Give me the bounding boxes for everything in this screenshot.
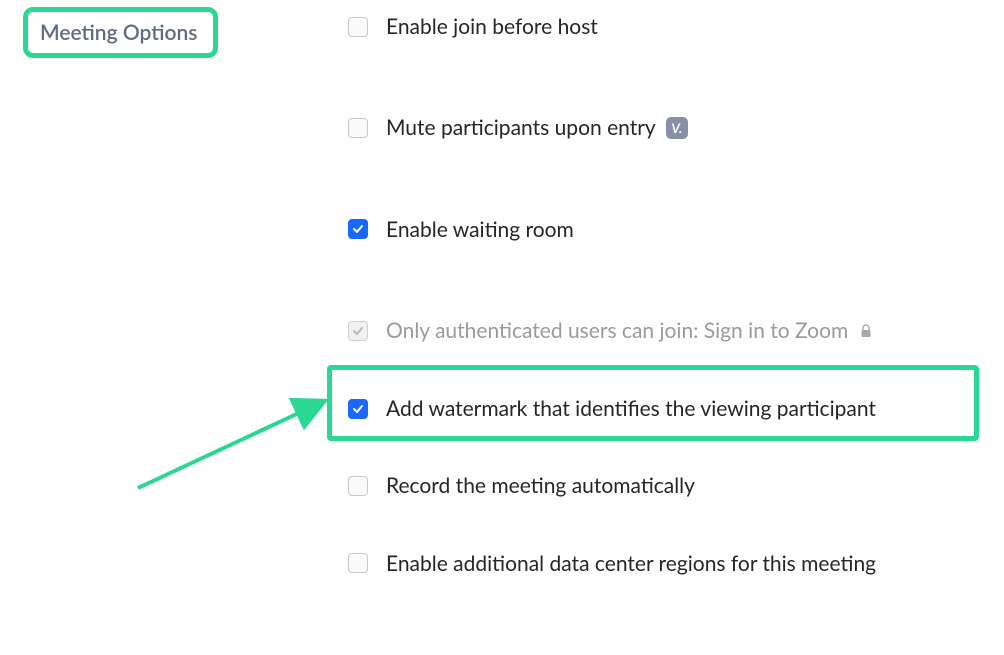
option-mute-on-entry: Mute participants upon entry V.: [348, 111, 876, 144]
option-join-before-host: Enable join before host: [348, 10, 876, 43]
checkbox-join-before-host[interactable]: [348, 17, 368, 37]
checkbox-waiting-room[interactable]: [348, 219, 368, 239]
label-mute-on-entry: Mute participants upon entry: [386, 114, 656, 141]
info-icon[interactable]: V.: [666, 117, 688, 139]
lock-icon: [860, 324, 872, 338]
meeting-options-list: Enable join before host Mute participant…: [348, 10, 876, 580]
option-waiting-room: Enable waiting room: [348, 213, 876, 246]
checkbox-auth-only: [348, 321, 368, 341]
checkbox-extra-regions[interactable]: [348, 553, 368, 573]
checkbox-auto-record[interactable]: [348, 476, 368, 496]
option-watermark: Add watermark that identifies the viewin…: [348, 365, 876, 425]
annotation-arrow-icon: [128, 390, 328, 500]
label-auto-record: Record the meeting automatically: [386, 472, 695, 499]
label-join-before-host: Enable join before host: [386, 13, 598, 40]
checkbox-watermark[interactable]: [348, 399, 368, 419]
checkbox-mute-on-entry[interactable]: [348, 118, 368, 138]
label-auth-only: Only authenticated users can join: Sign …: [386, 317, 848, 344]
label-extra-regions: Enable additional data center regions fo…: [386, 550, 876, 577]
section-heading: Meeting Options: [23, 7, 218, 58]
section-title-text: Meeting Options: [40, 20, 197, 45]
option-extra-regions: Enable additional data center regions fo…: [348, 547, 876, 580]
option-auth-only: Only authenticated users can join: Sign …: [348, 314, 876, 347]
label-waiting-room: Enable waiting room: [386, 216, 574, 243]
option-auto-record: Record the meeting automatically: [348, 469, 876, 502]
label-watermark: Add watermark that identifies the viewin…: [386, 395, 876, 422]
